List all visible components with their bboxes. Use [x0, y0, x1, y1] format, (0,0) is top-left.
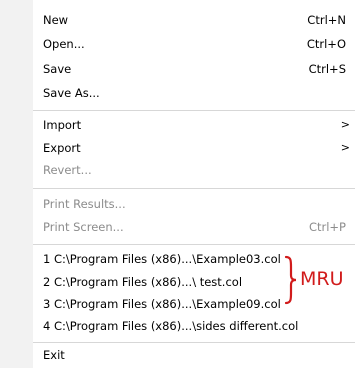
menu-item-shortcut: Ctrl+N	[307, 13, 346, 27]
menu-item-open[interactable]: Open... Ctrl+O	[33, 33, 359, 55]
recent-file-item[interactable]: 4 C:\Program Files (x86)...\sides differ…	[33, 315, 359, 337]
menu-item-shortcut: Ctrl+O	[306, 37, 346, 51]
menu-item-new[interactable]: New Ctrl+N	[33, 9, 359, 31]
submenu-arrow-icon: >	[340, 118, 350, 131]
menu-item-save-as[interactable]: Save As...	[33, 82, 359, 104]
menu-item-label: Open...	[43, 37, 85, 51]
menu-item-label: Save	[43, 62, 72, 76]
menu-separator	[33, 110, 355, 111]
menu-item-export[interactable]: Export >	[33, 137, 359, 159]
recent-file-item[interactable]: 3 C:\Program Files (x86)...\Example09.co…	[33, 293, 359, 315]
file-menu: New Ctrl+N Open... Ctrl+O Save Ctrl+S Sa…	[0, 0, 359, 368]
menu-item-revert[interactable]: Revert...	[33, 159, 359, 181]
submenu-arrow-icon: >	[340, 141, 350, 154]
menu-item-label: Export	[43, 141, 81, 155]
menu-item-label: New	[43, 13, 69, 27]
menu-item-label: Exit	[43, 348, 65, 362]
recent-file-path: 2 C:\Program Files (x86)...\ test.col	[43, 275, 243, 289]
menu-item-label: Print Screen...	[43, 220, 124, 234]
menu-item-label: Save As...	[43, 86, 100, 100]
menu-item-label: Print Results...	[43, 197, 126, 211]
menu-item-import[interactable]: Import >	[33, 114, 359, 136]
menu-separator	[33, 244, 355, 245]
menu-separator	[33, 188, 355, 189]
recent-file-path: 3 C:\Program Files (x86)...\Example09.co…	[43, 297, 281, 311]
menu-item-label: Import	[43, 118, 82, 132]
menu-item-save[interactable]: Save Ctrl+S	[33, 58, 359, 80]
menu-item-shortcut: Ctrl+S	[308, 62, 346, 76]
recent-file-path: 4 C:\Program Files (x86)...\sides differ…	[43, 319, 299, 333]
recent-file-path: 1 C:\Program Files (x86)...\Example03.co…	[43, 252, 281, 266]
menu-item-label: Revert...	[43, 163, 92, 177]
menu-separator	[33, 342, 355, 343]
menu-item-exit[interactable]: Exit	[33, 344, 359, 366]
menu-item-shortcut: Ctrl+P	[308, 220, 346, 234]
mru-annotation-label: MRU	[300, 268, 344, 290]
menu-item-print-screen[interactable]: Print Screen... Ctrl+P	[33, 216, 359, 238]
menu-item-print-results[interactable]: Print Results...	[33, 193, 359, 215]
menu-icon-gutter	[0, 0, 33, 368]
curly-brace-icon	[284, 255, 297, 305]
